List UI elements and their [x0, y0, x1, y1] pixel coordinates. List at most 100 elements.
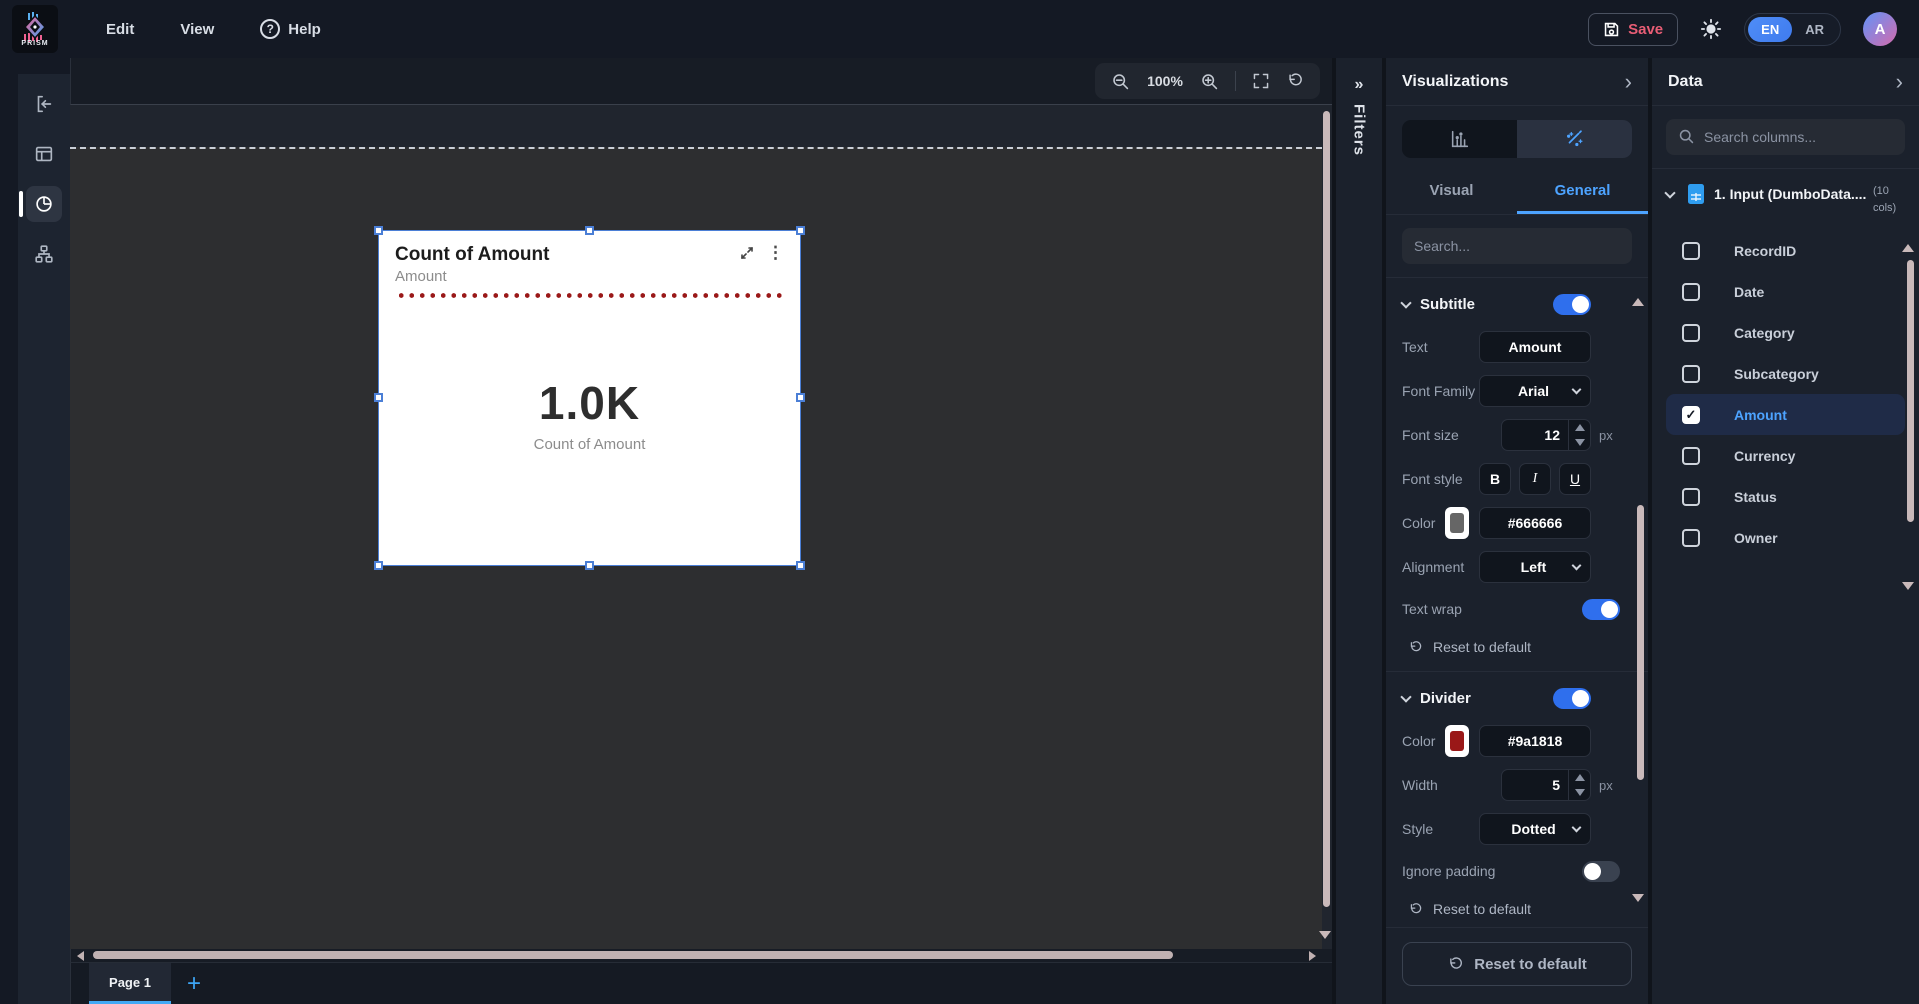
- reset-all-button[interactable]: Reset to default: [1402, 942, 1632, 986]
- expand-card-button[interactable]: [739, 245, 755, 261]
- lang-en-option[interactable]: EN: [1748, 17, 1792, 42]
- resize-handle[interactable]: [796, 561, 805, 570]
- flow-view-button[interactable]: [26, 236, 62, 272]
- kpi-card[interactable]: Count of Amount Amount ⋮: [378, 230, 801, 566]
- add-page-button[interactable]: +: [171, 963, 217, 1004]
- settings-search-input[interactable]: [1402, 228, 1632, 264]
- divider-color-hex-input[interactable]: [1479, 725, 1591, 757]
- subtitle-reset-link[interactable]: Reset to default: [1402, 629, 1632, 671]
- subtitle-color-swatch[interactable]: [1445, 507, 1469, 539]
- tab-visual[interactable]: Visual: [1386, 170, 1517, 214]
- canvas-horizontal-scrollbar[interactable]: [70, 949, 1332, 962]
- scrollbar-thumb[interactable]: [93, 951, 1173, 959]
- card-menu-button[interactable]: ⋮: [767, 244, 784, 261]
- column-checkbox[interactable]: [1682, 365, 1700, 383]
- resize-handle[interactable]: [585, 226, 594, 235]
- data-column-row[interactable]: Currency: [1666, 435, 1905, 476]
- italic-button[interactable]: I: [1519, 463, 1551, 495]
- column-checkbox[interactable]: [1682, 283, 1700, 301]
- reset-view-button[interactable]: [1286, 72, 1304, 90]
- divider-color-swatch[interactable]: [1445, 725, 1469, 757]
- divider-width-decrement[interactable]: [1569, 785, 1590, 800]
- collapse-data-panel-button[interactable]: ›: [1896, 71, 1903, 93]
- section-divider-header[interactable]: Divider: [1402, 672, 1632, 719]
- ignore-padding-toggle[interactable]: [1582, 861, 1620, 882]
- column-checkbox[interactable]: [1682, 406, 1700, 424]
- canvas-vertical-scrollbar[interactable]: [1323, 111, 1330, 923]
- settings-scrollbar-thumb[interactable]: [1637, 505, 1644, 780]
- menu-edit[interactable]: Edit: [106, 21, 134, 38]
- data-column-row[interactable]: RecordID: [1666, 230, 1905, 271]
- smart-suggestions-tab[interactable]: [1517, 120, 1632, 158]
- data-column-row[interactable]: Owner: [1666, 517, 1905, 558]
- data-scroll-up-arrow[interactable]: [1902, 244, 1914, 252]
- subtitle-enabled-toggle[interactable]: [1553, 294, 1591, 315]
- data-column-row[interactable]: Date: [1666, 271, 1905, 312]
- columns-search-input[interactable]: [1666, 119, 1905, 155]
- page-tab-1[interactable]: Page 1: [89, 963, 171, 1004]
- font-size-increment[interactable]: [1569, 420, 1590, 435]
- column-checkbox[interactable]: [1682, 488, 1700, 506]
- data-scroll-down-arrow[interactable]: [1902, 582, 1914, 590]
- section-subtitle-header[interactable]: Subtitle: [1402, 278, 1632, 325]
- divider-enabled-toggle[interactable]: [1553, 688, 1591, 709]
- save-button[interactable]: Save: [1588, 13, 1678, 46]
- resize-handle[interactable]: [585, 561, 594, 570]
- divider-width-input[interactable]: [1502, 770, 1568, 800]
- bold-button[interactable]: B: [1479, 463, 1511, 495]
- resize-handle[interactable]: [796, 393, 805, 402]
- theme-toggle-button[interactable]: [1700, 18, 1722, 40]
- settings-scroll-up-arrow[interactable]: [1632, 298, 1644, 306]
- data-column-row[interactable]: Category: [1666, 312, 1905, 353]
- menu-view[interactable]: View: [180, 21, 214, 38]
- scrollbar-thumb[interactable]: [1323, 111, 1330, 907]
- expand-filters-button[interactable]: »: [1355, 76, 1364, 94]
- lang-ar-option[interactable]: AR: [1792, 17, 1837, 42]
- resize-handle[interactable]: [374, 561, 383, 570]
- save-floppy-icon: [1603, 21, 1620, 38]
- data-column-row[interactable]: Amount: [1666, 394, 1905, 435]
- font-family-select[interactable]: Arial: [1479, 375, 1591, 407]
- dataset-tree-item[interactable]: 1. Input (DumboData.... (10 cols): [1652, 168, 1919, 226]
- zoom-out-button[interactable]: [1111, 72, 1130, 91]
- column-checkbox[interactable]: [1682, 529, 1700, 547]
- data-column-row[interactable]: Subcategory: [1666, 353, 1905, 394]
- zoom-in-button[interactable]: [1200, 72, 1219, 91]
- scroll-right-arrow[interactable]: [1309, 951, 1316, 961]
- text-wrap-toggle[interactable]: [1582, 599, 1620, 620]
- reset-icon: [1408, 902, 1423, 917]
- collapse-visualizations-button[interactable]: ›: [1625, 71, 1632, 93]
- fullscreen-button[interactable]: [1252, 72, 1270, 90]
- collapse-sidebar-button[interactable]: [26, 86, 62, 122]
- save-label: Save: [1628, 21, 1663, 38]
- subtitle-text-input[interactable]: [1479, 331, 1591, 363]
- scroll-down-arrow[interactable]: [1319, 931, 1331, 939]
- subtitle-color-hex-input[interactable]: [1479, 507, 1591, 539]
- charts-view-button[interactable]: [26, 186, 62, 222]
- column-checkbox[interactable]: [1682, 447, 1700, 465]
- tab-general[interactable]: General: [1517, 170, 1648, 214]
- data-scrollbar-thumb[interactable]: [1907, 260, 1914, 522]
- divider-width-increment[interactable]: [1569, 770, 1590, 785]
- column-checkbox[interactable]: [1682, 242, 1700, 260]
- font-size-decrement[interactable]: [1569, 435, 1590, 450]
- divider-reset-link[interactable]: Reset to default: [1402, 891, 1632, 927]
- chart-gallery-tab[interactable]: [1402, 120, 1517, 158]
- user-avatar[interactable]: A: [1863, 12, 1897, 46]
- divider-style-select[interactable]: Dotted: [1479, 813, 1591, 845]
- data-column-row[interactable]: Status: [1666, 476, 1905, 517]
- resize-handle[interactable]: [374, 226, 383, 235]
- settings-scroll-down-arrow[interactable]: [1632, 894, 1644, 902]
- reset-label: Reset to default: [1433, 639, 1531, 655]
- canvas-viewport[interactable]: Count of Amount Amount ⋮: [70, 105, 1332, 949]
- alignment-select[interactable]: Left: [1479, 551, 1591, 583]
- column-label: Owner: [1734, 530, 1778, 546]
- resize-handle[interactable]: [796, 226, 805, 235]
- scroll-left-arrow[interactable]: [77, 951, 84, 961]
- menu-help[interactable]: ? Help: [260, 19, 321, 39]
- column-checkbox[interactable]: [1682, 324, 1700, 342]
- resize-handle[interactable]: [374, 393, 383, 402]
- font-size-input[interactable]: [1502, 420, 1568, 450]
- layout-view-button[interactable]: [26, 136, 62, 172]
- underline-button[interactable]: U: [1559, 463, 1591, 495]
